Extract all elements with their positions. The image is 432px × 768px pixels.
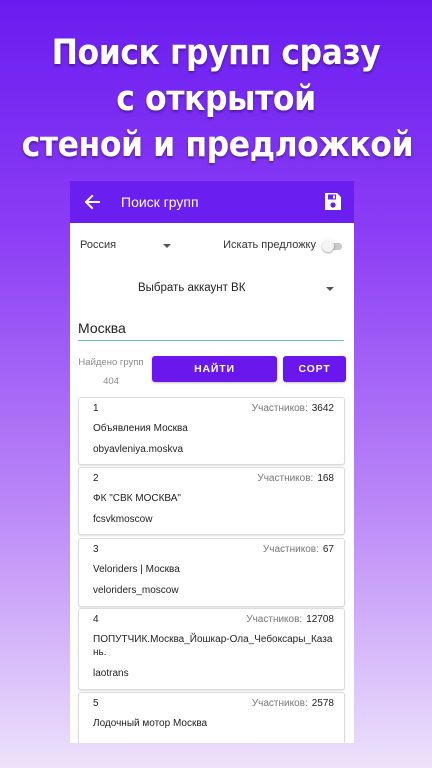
group-members: Участников: 168 — [257, 473, 334, 484]
country-select[interactable]: Россия — [80, 239, 116, 251]
members-label: Участников: — [262, 544, 319, 555]
suggest-toggle[interactable] — [322, 240, 344, 252]
members-count: 12708 — [306, 614, 334, 625]
sort-button[interactable]: СОРТ — [283, 356, 346, 382]
members-label: Участников: — [246, 614, 303, 625]
toggle-knob — [322, 240, 334, 252]
group-name: Лодочный мотор Москва — [93, 718, 208, 729]
members-count: 168 — [317, 473, 334, 484]
group-card[interactable]: 4 Участников: 12708 ПОПУТЧИК.Москва_Йошка… — [78, 608, 345, 690]
group-number: 4 — [93, 614, 99, 625]
members-label: Участников: — [251, 403, 308, 414]
page-title: Поиск групп — [121, 194, 199, 210]
account-select-label: Выбрать аккаунт ВК — [138, 282, 246, 294]
members-label: Участников: — [251, 698, 308, 709]
find-button[interactable]: НАЙТИ — [152, 356, 277, 382]
phone-screen: Поиск групп Россия Искать предложку Выбр… — [70, 181, 354, 743]
promo-line-2: с открытой — [116, 79, 316, 119]
group-number: 3 — [93, 544, 99, 555]
members-count: 3642 — [311, 403, 334, 414]
group-screen-name: veloriders_moscow — [93, 585, 179, 596]
group-card[interactable]: 5 Участников: 2578 Лодочный мотор Москва — [78, 692, 345, 743]
group-screen-name: laotrans — [93, 668, 129, 679]
group-name: ФК "СВК МОСКВА" — [93, 493, 181, 504]
suggest-toggle-label: Искать предложку — [223, 239, 316, 251]
found-label: Найдено групп — [78, 357, 144, 368]
group-screen-name: fcsvkmoscow — [93, 514, 153, 525]
members-label: Участников: — [257, 473, 314, 484]
members-count: 67 — [322, 544, 334, 555]
group-members: Участников: 3642 — [252, 403, 334, 414]
group-number: 2 — [93, 473, 99, 484]
group-number: 1 — [93, 403, 99, 414]
chevron-down-icon[interactable] — [326, 287, 334, 291]
found-value: 404 — [103, 376, 119, 387]
group-card[interactable]: 1 Участников: 3642 Объявления Москва obya… — [78, 397, 345, 465]
group-card[interactable]: 3 Участников: 67 Veloriders | Москва velo… — [78, 538, 345, 607]
app-bar: Поиск групп — [70, 181, 354, 223]
group-name: ПОПУТЧИК.Москва_Йошкар-Ола_Чебоксары_Каз… — [93, 634, 333, 658]
promo-line-3: стеной и предложкой — [21, 125, 414, 165]
group-members: Участников: 67 — [263, 544, 334, 555]
promo-heading: Поиск групп сразу с открытой стеной и пр… — [0, 30, 432, 168]
members-count: 2578 — [311, 698, 334, 709]
chevron-down-icon[interactable] — [163, 244, 171, 248]
group-screen-name: obyavleniya.moskva — [93, 444, 184, 455]
group-card[interactable]: 2 Участников: 168 ФК "СВК МОСКВА" fcsvkmo… — [78, 467, 345, 535]
group-name: Veloriders | Москва — [93, 564, 180, 575]
group-name: Объявления Москва — [93, 423, 188, 434]
search-input[interactable]: Москва — [78, 318, 344, 341]
save-icon[interactable] — [324, 192, 342, 211]
arrow-back-icon[interactable] — [82, 191, 102, 213]
group-members: Участников: 12708 — [246, 614, 334, 625]
search-input-value: Москва — [78, 320, 126, 336]
promo-line-1: Поиск групп сразу — [51, 33, 381, 73]
filters-row: Россия Искать предложку — [80, 239, 344, 255]
group-number: 5 — [93, 698, 99, 709]
group-members: Участников: 2578 — [252, 698, 334, 709]
found-count: Найдено групп 404 — [70, 353, 152, 391]
